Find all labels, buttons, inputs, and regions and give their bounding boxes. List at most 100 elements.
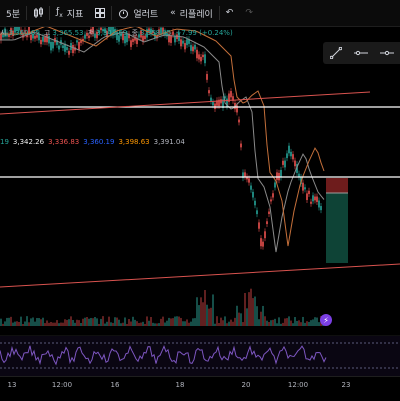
candle-body <box>204 54 206 64</box>
candle-body <box>272 193 274 198</box>
volume-bar <box>188 322 190 326</box>
candle-body <box>306 193 308 200</box>
volume-bar <box>234 317 236 326</box>
grid-layout-icon <box>95 8 106 18</box>
volume-bar <box>34 321 36 326</box>
undo-button[interactable]: ↶ <box>220 0 240 26</box>
volume-bar <box>164 322 166 326</box>
candle-body <box>200 56 202 62</box>
volume-bar <box>276 323 278 326</box>
volume-bar <box>222 320 224 326</box>
volume-bar <box>0 318 2 326</box>
volume-bar <box>26 316 28 326</box>
volume-bar <box>150 317 152 326</box>
volume-bar <box>50 321 52 326</box>
volume-bar <box>56 320 58 326</box>
ohlc-legend: 시 3,360.05 고 3,365.53 저 3,345.69 종 3,358.05 … <box>0 28 320 42</box>
candle-body <box>288 145 290 154</box>
volume-bar <box>204 290 206 326</box>
volume-bar <box>102 316 104 326</box>
volume-bar <box>208 308 210 326</box>
candle-body <box>184 43 186 50</box>
volume-bar <box>252 298 254 326</box>
volume-bar <box>32 317 34 326</box>
volume-bar <box>180 317 182 326</box>
redo-icon: ↷ <box>245 8 253 18</box>
candle-body <box>256 210 258 215</box>
volume-bar <box>310 320 312 326</box>
indicator-value: 3,336.83 <box>48 138 80 146</box>
volume-bar <box>38 318 40 326</box>
layout-button[interactable] <box>89 0 111 26</box>
horizontal-line-tool[interactable] <box>379 45 395 61</box>
candle-body <box>206 74 208 80</box>
volume-bar <box>266 320 268 326</box>
volume-bar <box>130 321 132 326</box>
candle-body <box>238 119 240 123</box>
moving-average-orange <box>0 25 325 247</box>
low-value: 3,345.69 <box>96 29 128 37</box>
candle-body <box>284 160 286 168</box>
volume-bar <box>254 296 256 326</box>
volume-bar <box>2 323 4 326</box>
volume-bar <box>230 319 232 326</box>
indicators-button[interactable]: ƒx 지표 <box>50 0 89 26</box>
volume-bar <box>12 322 14 326</box>
volume-bar <box>194 318 196 326</box>
volume-bar <box>196 297 198 326</box>
volume-bar <box>160 318 162 326</box>
volume-bar <box>124 317 126 326</box>
time-axis-tick: 18 <box>175 381 185 389</box>
candle-body <box>304 187 306 190</box>
volume-bar <box>114 317 116 326</box>
flash-icon[interactable]: ⚡ <box>320 314 332 326</box>
volume-bar <box>134 319 136 326</box>
candle-body <box>244 172 246 177</box>
volume-bar <box>44 323 46 326</box>
time-axis[interactable]: 13 12:00 16 18 20 12:00 23 <box>0 376 400 401</box>
volume-bar <box>62 322 64 326</box>
volume-bar <box>10 316 12 326</box>
volume-bar <box>306 321 308 326</box>
horizontal-ray-tool[interactable] <box>353 45 369 61</box>
volume-bar <box>248 292 250 326</box>
volume-bar <box>294 317 296 326</box>
volume-bar <box>216 316 218 326</box>
volume-bar <box>300 322 302 326</box>
volume-bar <box>66 319 68 326</box>
volume-bar <box>226 323 228 326</box>
volume-bar <box>156 323 158 326</box>
volume-bar <box>260 311 262 326</box>
volume-bar <box>312 319 314 326</box>
volume-bar <box>166 320 168 326</box>
horizontal-line-icon <box>380 50 395 56</box>
volume-bar <box>24 321 26 326</box>
time-axis-tick: 12:00 <box>51 381 73 389</box>
volume-bar <box>16 321 18 326</box>
undo-icon: ↶ <box>225 8 234 18</box>
volume-bar <box>136 321 138 326</box>
volume-bar <box>218 323 220 326</box>
volume-bar <box>84 317 86 326</box>
volume-bar <box>228 321 230 326</box>
trend-line-icon <box>329 47 342 59</box>
interval-selector[interactable]: 5분 <box>0 0 26 26</box>
replay-button[interactable]: « 리플레이 <box>164 0 219 26</box>
volume-bar <box>126 323 128 326</box>
candle-body <box>310 201 312 204</box>
chart-type-button[interactable] <box>27 0 49 26</box>
volume-bar <box>236 305 238 326</box>
candle-body <box>290 151 292 157</box>
indicator-value: 3,360.19 <box>83 138 115 146</box>
candle-body <box>78 41 80 50</box>
volume-histogram <box>0 288 326 326</box>
volume-bar <box>108 316 110 326</box>
trend-line-tool[interactable] <box>328 45 344 61</box>
volume-bar <box>178 316 180 326</box>
alert-button[interactable]: 얼러트 <box>112 0 164 26</box>
redo-button[interactable]: ↷ <box>239 0 259 26</box>
volume-bar <box>106 321 108 326</box>
candle-body <box>208 90 210 94</box>
volume-bar <box>146 316 148 326</box>
volume-bar <box>264 316 266 326</box>
